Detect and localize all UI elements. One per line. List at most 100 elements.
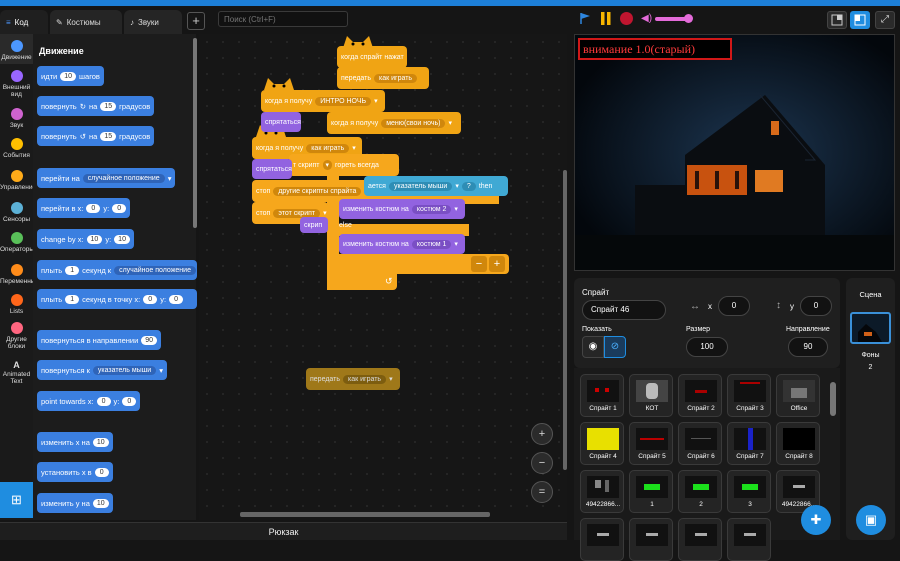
block-forever-glow[interactable]: т скрипт ▾ гореть всегда <box>289 154 399 176</box>
category-my-blocks[interactable]: Другие блоки <box>0 322 33 350</box>
sprite-tile[interactable]: 49422866... <box>580 470 624 513</box>
sprite-thumbnail <box>783 428 815 450</box>
category-sound[interactable]: Звук <box>0 108 33 129</box>
block-point-direction[interactable]: повернуться в направлении 90 <box>37 330 162 350</box>
block-move-steps[interactable]: идти 10 шагов <box>37 66 104 86</box>
sprite-thumbnail <box>734 524 766 546</box>
category-lists[interactable]: Lists <box>0 294 33 315</box>
block-switch-costume-2[interactable]: изменить костюм на костюм 2 ▾ <box>339 199 465 219</box>
block-goto-xy[interactable]: перейти в x: 0 y: 0 <box>37 198 131 218</box>
category-control[interactable]: Управление <box>0 170 36 191</box>
size-input[interactable]: 100 <box>686 337 728 357</box>
block-point-towards-xy[interactable]: point towards x: 0 y: 0 <box>37 391 141 411</box>
sprite-tile[interactable]: Спрайт 3 <box>727 374 771 417</box>
looks-dot-icon <box>10 70 23 82</box>
block-when-receive-intro[interactable]: когда я получу ИНТРО НОЧЬ ▾ <box>261 90 385 112</box>
sprite-tile[interactable]: КОТ <box>629 374 673 417</box>
direction-input[interactable]: 90 <box>788 337 828 357</box>
block-turn-left[interactable]: повернуть ↺ на 15 градусов <box>37 126 155 146</box>
block-broadcast-loose[interactable]: передать как играть ▾ <box>306 368 400 390</box>
y-input[interactable]: 0 <box>800 296 832 316</box>
else-label: else <box>339 222 352 229</box>
palette-section-title: Движение <box>39 46 84 56</box>
block-change-x[interactable]: изменить х на 10 <box>37 432 113 452</box>
sprite-tile[interactable]: Спрайт 5 <box>629 422 673 465</box>
sprite-tile[interactable]: Office <box>776 374 820 417</box>
pause-icon[interactable] <box>600 12 612 25</box>
tab-costumes[interactable]: ✎ Костюмы <box>50 10 122 34</box>
sprite-thumbnail <box>783 476 815 498</box>
hide-sprite-button[interactable]: ⊘ <box>604 336 626 358</box>
sprite-tile[interactable]: Спрайт 6 <box>678 422 722 465</box>
speaker-icon: ♪ <box>130 17 134 27</box>
category-variables[interactable]: Переменные <box>0 264 39 285</box>
tab-sounds[interactable]: ♪ Звуки <box>124 10 182 34</box>
small-stage-button[interactable] <box>827 11 847 29</box>
add-extension-button[interactable]: ⊞ <box>0 482 33 518</box>
show-sprite-button[interactable]: ◉ <box>582 336 604 358</box>
x-input[interactable]: 0 <box>718 296 750 316</box>
sprite-tile[interactable]: 1 <box>629 470 673 513</box>
category-animated-text[interactable]: A Animated Text <box>0 361 33 386</box>
block-turn-right[interactable]: повернуть ↻ на 15 градусов <box>37 96 155 116</box>
chevron-down-icon: ▾ <box>352 145 356 152</box>
x-label: x <box>708 302 712 311</box>
normal-stage-button[interactable] <box>850 11 870 29</box>
workspace-v-scrollbar[interactable] <box>563 170 567 470</box>
zoom-in-button[interactable]: + <box>531 423 553 445</box>
stage-canvas[interactable]: внимание 1.0(старый) <box>574 34 895 271</box>
block-point-to[interactable]: повернуться к указатель мыши ▾ <box>37 360 167 380</box>
workspace-h-scrollbar[interactable] <box>240 512 490 517</box>
block-glide-xy[interactable]: плыть 1 секунд в точку x: 0 y: 0 <box>37 289 197 309</box>
sprite-tile[interactable]: 3 <box>727 470 771 513</box>
palette-scrollbar[interactable] <box>193 38 197 228</box>
block-hide-2[interactable]: спрятаться <box>252 159 292 179</box>
category-looks[interactable]: Внешний вид <box>0 70 33 98</box>
block-when-sprite-clicked[interactable]: когда спрайт нажат <box>337 46 407 68</box>
sprite-tile[interactable]: 2 <box>678 470 722 513</box>
zoom-reset-button[interactable]: = <box>531 481 553 503</box>
category-events[interactable]: События <box>0 138 33 159</box>
add-else-button[interactable]: + <box>489 256 505 272</box>
block-goto[interactable]: перейти на случайное положение ▾ <box>37 168 176 188</box>
block-hide[interactable]: спрятаться <box>261 112 301 132</box>
block-when-receive-menu[interactable]: когда я получу меню(свои ночь) ▾ <box>327 112 461 134</box>
sprite-tile[interactable]: Спрайт 8 <box>776 422 820 465</box>
category-sensing[interactable]: Сенсоры <box>0 202 33 223</box>
events-dot-icon <box>10 138 23 150</box>
search-input[interactable] <box>218 11 348 27</box>
x-arrows-icon: ↔ <box>690 301 700 312</box>
backpack-bar[interactable]: Рюкзак <box>0 522 567 540</box>
add-tab-button[interactable]: + <box>187 12 205 30</box>
block-touching[interactable]: ается указатель мыши ▾? then <box>364 176 508 196</box>
block-partial-script[interactable]: скрип <box>300 217 328 233</box>
add-backdrop-button[interactable]: ▣ <box>856 505 886 535</box>
volume-slider-handle[interactable] <box>684 14 693 23</box>
block-glide[interactable]: плыть 1 секунд к случайное положение <box>37 260 197 280</box>
zoom-out-button[interactable]: − <box>531 452 553 474</box>
block-change-by[interactable]: change by x: 10 y: 10 <box>37 229 134 249</box>
block-switch-costume-1[interactable]: изменить костюм на костюм 1 ▾ <box>339 234 465 254</box>
block-broadcast[interactable]: передать как играть <box>337 67 429 89</box>
block-set-x[interactable]: установить х в0 <box>37 462 113 482</box>
backdrop-thumbnail[interactable] <box>850 312 891 344</box>
sprite-tile[interactable]: Спрайт 4 <box>580 422 624 465</box>
remove-else-button[interactable]: − <box>471 256 487 272</box>
sprite-list-scrollbar[interactable] <box>830 382 836 416</box>
sprite-thumbnail <box>685 428 717 450</box>
sprite-tile[interactable]: Спрайт 7 <box>727 422 771 465</box>
category-motion[interactable]: Движение <box>0 40 33 61</box>
fullscreen-icon[interactable]: ⤢ <box>875 11 895 29</box>
motion-dot-icon <box>10 40 23 52</box>
category-operators[interactable]: Операторы <box>0 232 34 253</box>
add-sprite-button[interactable]: ✚ <box>801 505 831 535</box>
block-change-y[interactable]: изменить у на 10 <box>37 493 113 513</box>
sprite-name-input[interactable]: Спрайт 46 <box>582 300 666 320</box>
green-flag-icon[interactable] <box>580 13 591 24</box>
stop-icon[interactable] <box>620 12 633 25</box>
sprite-tile[interactable]: Спрайт 2 <box>678 374 722 417</box>
goto-dropdown[interactable]: случайное положение <box>82 173 165 183</box>
script-workspace[interactable]: когда спрайт нажат передать как играть ↺ … <box>199 34 567 520</box>
tab-code[interactable]: ≡ Код <box>0 10 48 34</box>
sprite-tile[interactable]: Спрайт 1 <box>580 374 624 417</box>
